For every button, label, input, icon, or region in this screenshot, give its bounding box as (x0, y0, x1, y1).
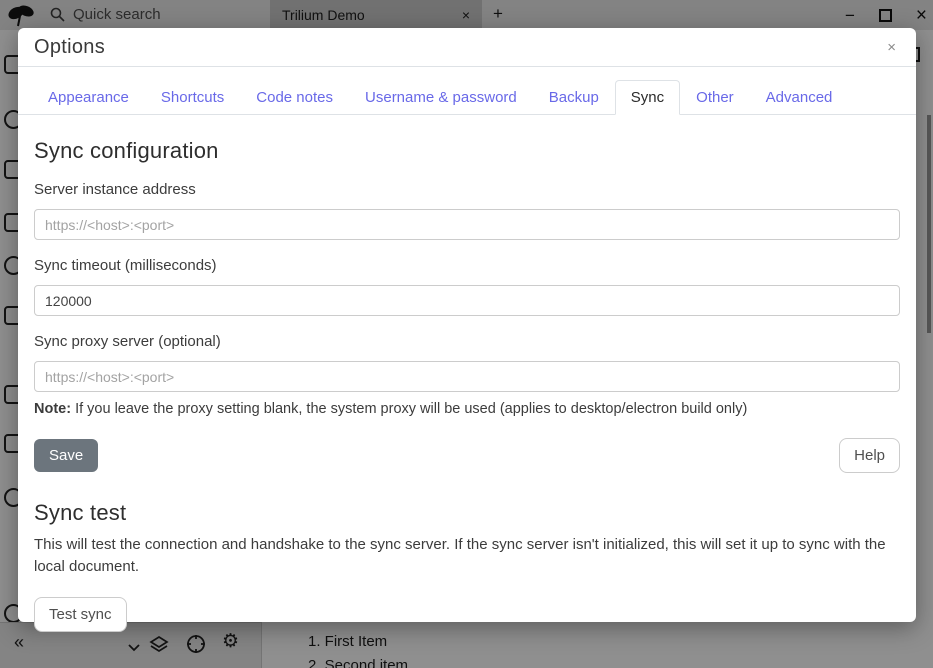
tab-shortcuts[interactable]: Shortcuts (145, 80, 240, 115)
tab-username-password[interactable]: Username & password (349, 80, 533, 115)
options-tab-bar: Appearance Shortcuts Code notes Username… (18, 67, 916, 115)
tab-code-notes[interactable]: Code notes (240, 80, 349, 115)
tab-sync[interactable]: Sync (615, 80, 680, 115)
tab-appearance[interactable]: Appearance (32, 80, 145, 115)
sync-proxy-label: Sync proxy server (optional) (34, 333, 900, 350)
tab-other[interactable]: Other (680, 80, 750, 115)
tab-advanced[interactable]: Advanced (750, 80, 849, 115)
proxy-note-bold: Note: (34, 401, 71, 417)
sync-config-buttons: Save Help (34, 438, 900, 473)
server-address-input[interactable] (34, 209, 900, 240)
server-address-label: Server instance address (34, 181, 900, 198)
sync-proxy-input[interactable] (34, 361, 900, 392)
dialog-title: Options (34, 36, 105, 59)
sync-test-description: This will test the connection and handsh… (34, 534, 900, 578)
save-button[interactable]: Save (34, 439, 98, 472)
proxy-note: Note: If you leave the proxy setting bla… (34, 401, 900, 417)
sync-timeout-input[interactable] (34, 285, 900, 316)
help-button[interactable]: Help (839, 438, 900, 473)
proxy-note-text: If you leave the proxy setting blank, th… (71, 401, 747, 417)
dialog-close-icon[interactable]: × (883, 39, 900, 56)
sync-test-heading: Sync test (34, 500, 900, 526)
tab-backup[interactable]: Backup (533, 80, 615, 115)
sync-timeout-label: Sync timeout (milliseconds) (34, 257, 900, 274)
options-dialog: Options × Appearance Shortcuts Code note… (18, 28, 916, 622)
test-sync-button[interactable]: Test sync (34, 597, 127, 632)
sync-configuration-heading: Sync configuration (34, 138, 900, 164)
sync-tab-panel: Sync configuration Server instance addre… (18, 115, 916, 632)
options-dialog-header: Options × (18, 28, 916, 67)
